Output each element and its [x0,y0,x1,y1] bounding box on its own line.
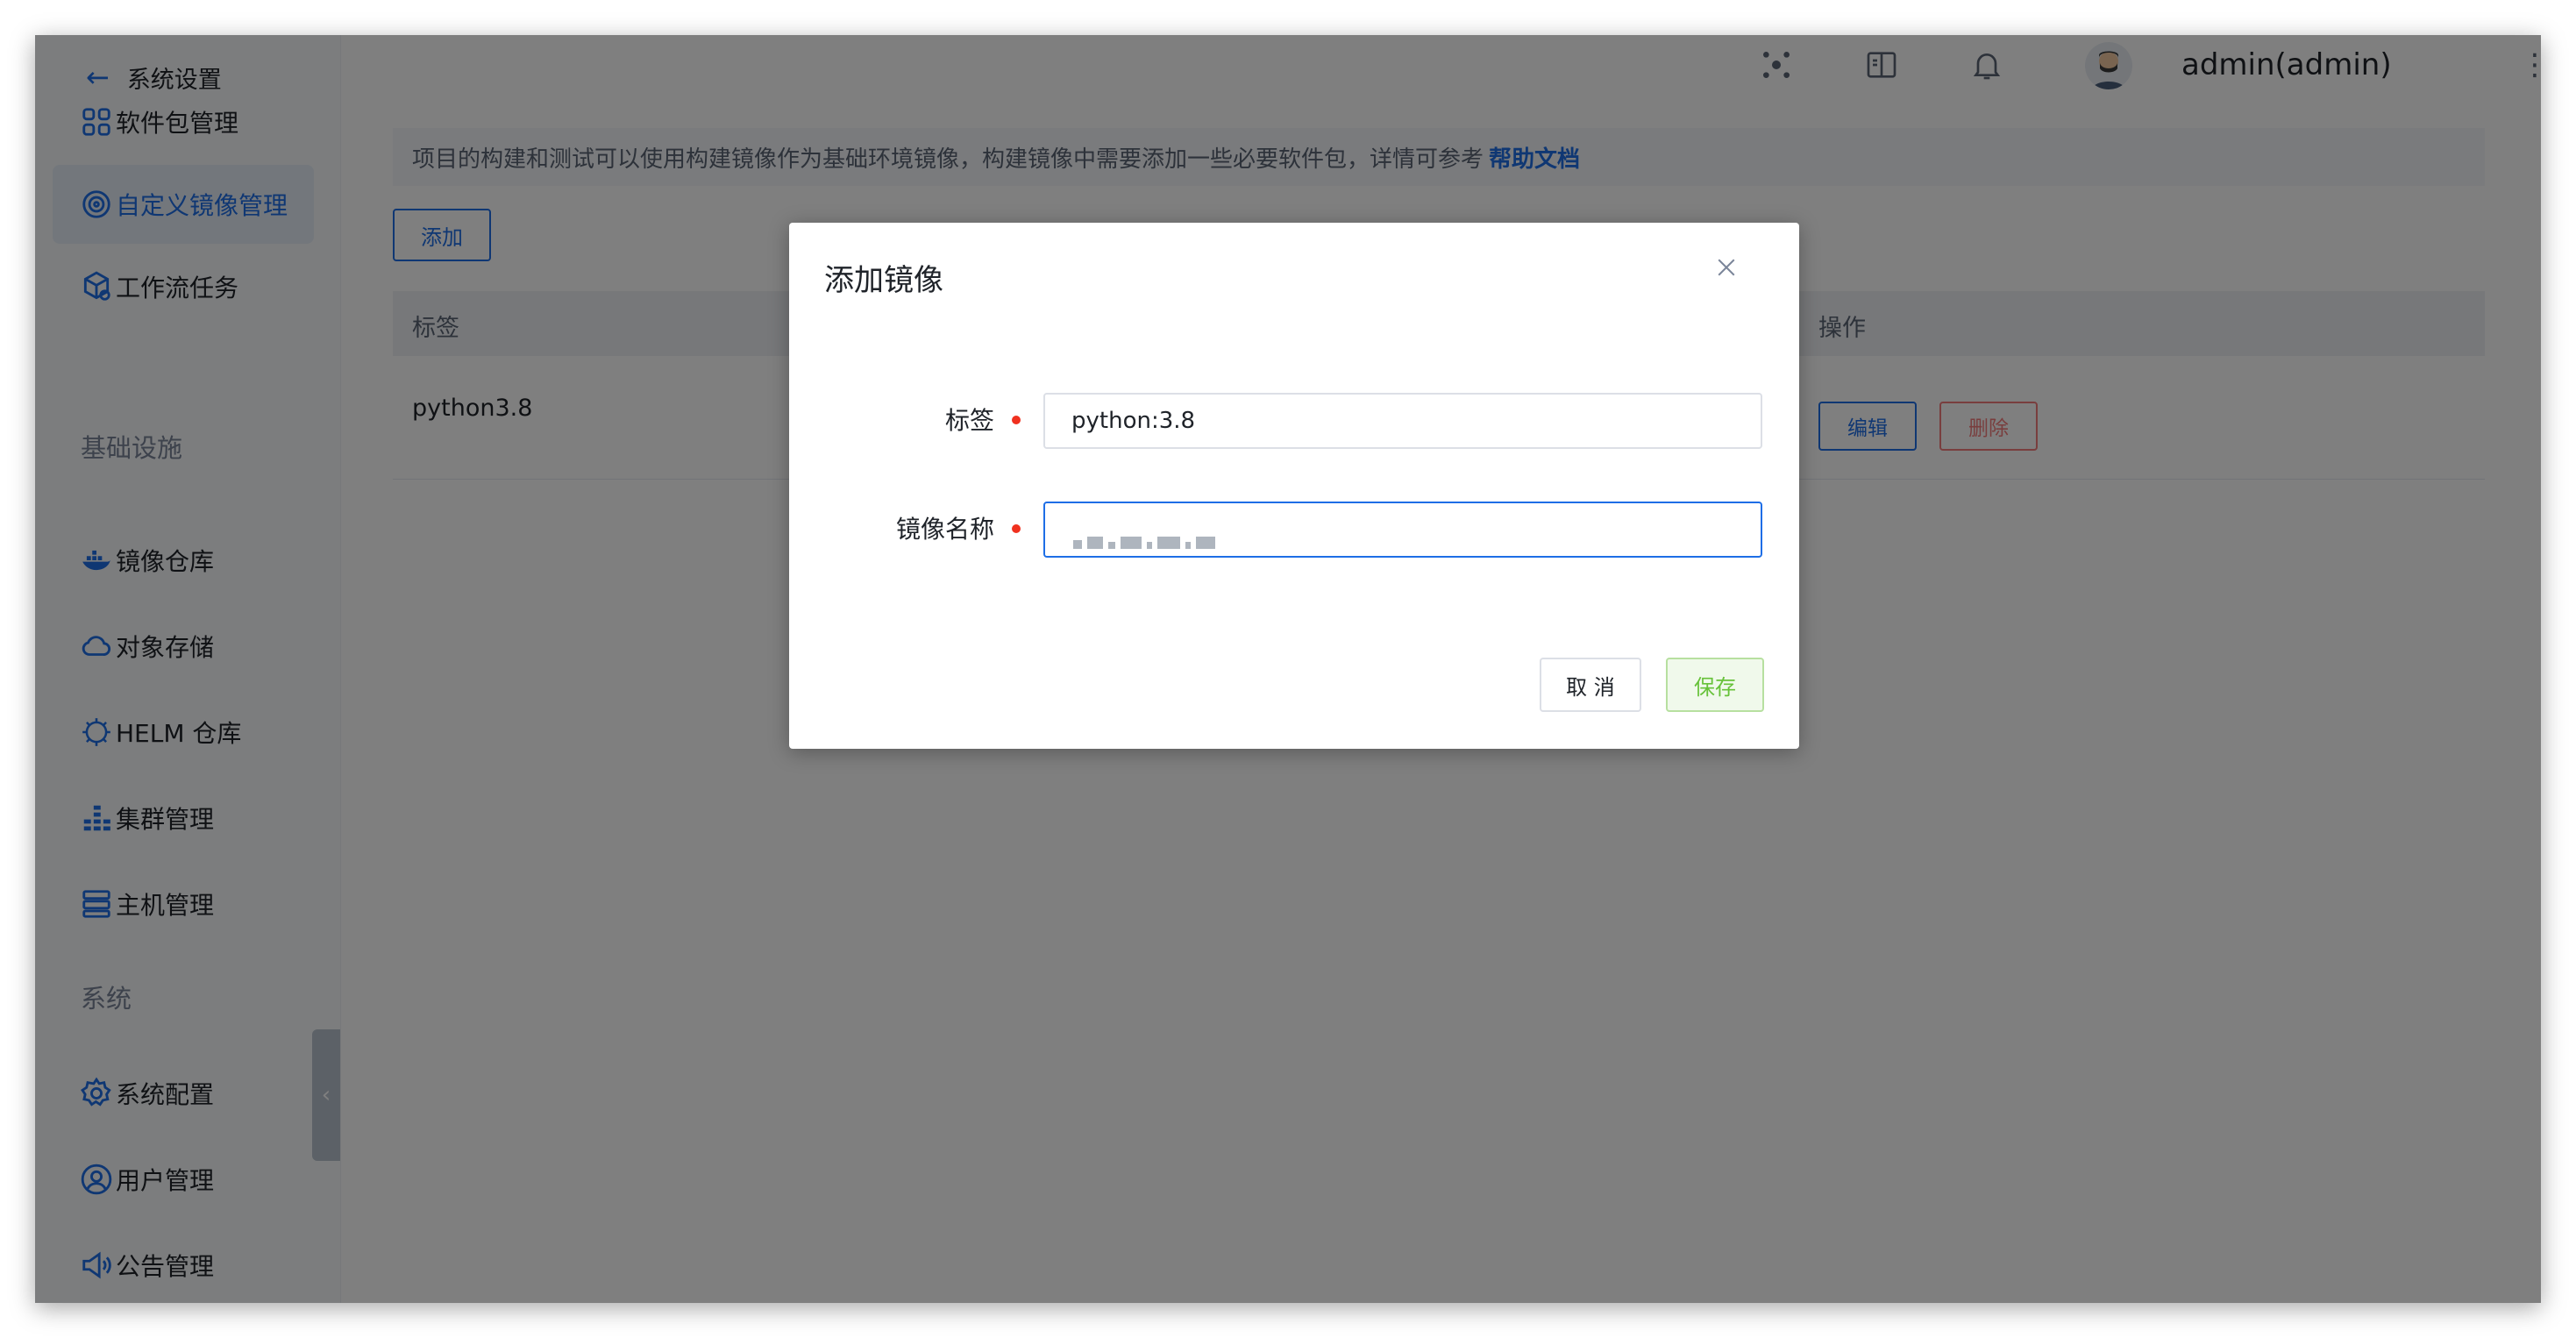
image-name-input[interactable] [1043,502,1762,558]
dialog-title: 添加镜像 [824,263,943,298]
redacted-value [1073,537,1215,549]
add-image-dialog: 添加镜像 标签 镜像名称 取 消 保存 [789,223,1799,749]
required-indicator [1012,524,1021,533]
image-name-label: 镜像名称 [895,515,994,544]
tag-label: 标签 [944,406,994,435]
save-button[interactable]: 保存 [1666,658,1764,712]
close-icon[interactable] [1713,254,1745,286]
cancel-button[interactable]: 取 消 [1540,658,1641,712]
tag-input[interactable] [1043,393,1762,449]
required-indicator [1012,416,1021,424]
app-window: ← 系统设置 软件包管理 自定义镜像管理 工作流任务 基础设施 [35,35,2541,1303]
